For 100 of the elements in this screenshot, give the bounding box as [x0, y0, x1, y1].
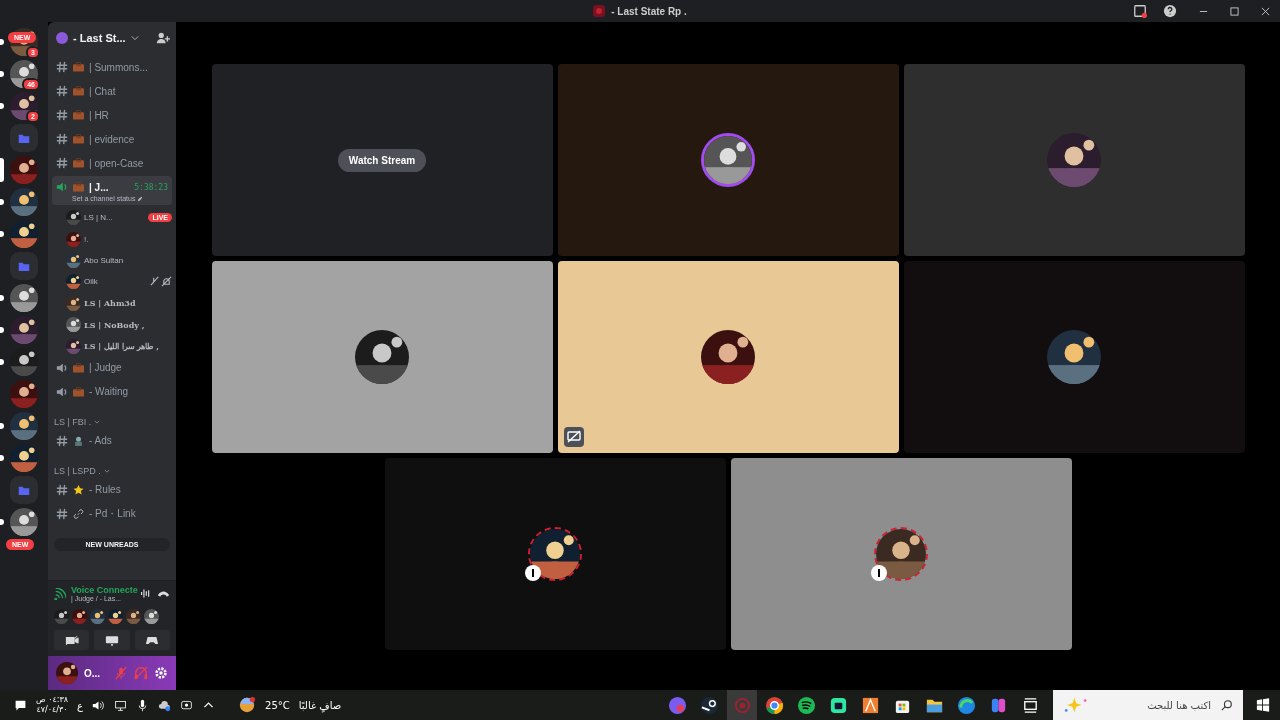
- search-icon: [1221, 699, 1233, 711]
- video-tile[interactable]: [384, 458, 726, 650]
- channel-item[interactable]: | Summons...: [52, 56, 172, 78]
- member-name: Abo Sultan: [84, 255, 124, 265]
- member-name: Oilk: [84, 277, 98, 287]
- camera-off-icon: [64, 634, 79, 646]
- boost-icon: [56, 32, 68, 44]
- channel-item[interactable]: | open-Case: [52, 152, 172, 174]
- speaker-icon: [56, 361, 68, 374]
- camera-icon[interactable]: [180, 698, 194, 712]
- hash-icon: [56, 434, 68, 447]
- member-name: !.: [84, 234, 89, 244]
- channel-item[interactable]: - Ads: [52, 429, 172, 452]
- channel-item[interactable]: | HR: [52, 104, 172, 126]
- video-tile[interactable]: [211, 261, 553, 453]
- pencil-icon: [137, 195, 144, 202]
- volume-icon[interactable]: [92, 698, 106, 712]
- server-header[interactable]: - Last St...: [48, 22, 176, 54]
- activity-button[interactable]: [134, 630, 170, 650]
- server-folder[interactable]: [10, 252, 38, 280]
- channel-item[interactable]: - Rules: [52, 478, 172, 501]
- voice-member[interactable]: Abo Sultan: [52, 249, 172, 272]
- hash-icon: [56, 133, 68, 145]
- maximize-icon[interactable]: [1230, 6, 1239, 16]
- watch-stream-button[interactable]: Watch Stream: [337, 148, 427, 172]
- voice-status: Voice Connecte: [71, 585, 138, 595]
- invite-icon[interactable]: [156, 31, 170, 45]
- clock-date: ٤٧/٠٤/٣٠: [36, 705, 68, 715]
- video-tile[interactable]: [730, 458, 1072, 650]
- screen-share-button[interactable]: [94, 630, 130, 650]
- briefcase-icon: [73, 86, 84, 96]
- folder-icon: [18, 260, 30, 272]
- member-name: LS | NoBody ,: [84, 319, 145, 330]
- language-indicator[interactable]: ع: [77, 699, 84, 711]
- voice-member[interactable]: !.: [52, 228, 172, 250]
- clock-time: ٠٤:٣٨ ص: [36, 695, 69, 705]
- user-name: O...: [84, 667, 102, 679]
- video-tile[interactable]: [903, 261, 1245, 453]
- close-icon[interactable]: [1261, 6, 1270, 16]
- member-name: LS | طاهر سرا الليل ,: [84, 341, 160, 352]
- category-header[interactable]: LS | FBI .: [54, 416, 92, 427]
- notification-icon[interactable]: [14, 698, 27, 712]
- category-header[interactable]: LS | LSPD .: [54, 465, 101, 476]
- weather-temperature: 25°C: [265, 699, 290, 711]
- voice-member[interactable]: LS | Ahm3d: [52, 292, 172, 314]
- noise-suppression-icon[interactable]: [139, 588, 152, 599]
- speaker-icon: [56, 385, 68, 398]
- inbox-icon[interactable]: [1133, 4, 1147, 18]
- disconnect-icon[interactable]: [157, 588, 170, 599]
- hash-icon: [56, 483, 68, 496]
- channel-name: | Summons...: [89, 61, 148, 73]
- task-view-icon[interactable]: [1021, 695, 1040, 715]
- app-icon[interactable]: [861, 695, 880, 715]
- voice-member[interactable]: LS | NoBody ,: [52, 313, 172, 336]
- channel-item[interactable]: | evidence: [52, 128, 172, 150]
- star-icon: [73, 484, 84, 495]
- channel-item[interactable]: - Pd・Link: [52, 502, 172, 525]
- help-icon[interactable]: [1163, 4, 1177, 18]
- window-title: - Last State Rp .: [611, 5, 687, 17]
- settings-icon[interactable]: [154, 666, 168, 680]
- folder-icon: [18, 484, 30, 496]
- steam-icon[interactable]: [700, 695, 719, 715]
- server-folder[interactable]: [10, 124, 38, 152]
- spotify-icon[interactable]: [797, 695, 816, 715]
- speaker-icon: [56, 181, 68, 193]
- briefcase-icon: [73, 62, 84, 72]
- channel-name: - Pd・Link: [89, 506, 136, 521]
- briefcase-icon: [73, 134, 84, 144]
- camera-button[interactable]: [54, 630, 90, 650]
- target-icon: [732, 695, 752, 715]
- voice-member[interactable]: Oilk: [52, 271, 172, 293]
- signal-icon: [54, 587, 66, 600]
- member-name: LS | N...: [84, 213, 113, 223]
- search-field[interactable]: اكتب هنا للبحث: [1053, 690, 1243, 720]
- call-timer: 5:38:23: [134, 182, 168, 192]
- video-tile[interactable]: Watch Stream: [211, 64, 553, 256]
- network-icon[interactable]: [114, 698, 128, 712]
- server-folder[interactable]: [10, 476, 38, 504]
- link-icon: [73, 508, 84, 519]
- briefcase-icon: [73, 386, 84, 397]
- windows-start-icon[interactable]: [1256, 698, 1270, 712]
- video-tile[interactable]: [903, 64, 1245, 256]
- chrome-icon[interactable]: [765, 695, 784, 715]
- edge-icon[interactable]: [957, 695, 976, 715]
- chat-app-icon[interactable]: [829, 695, 848, 715]
- channel-item[interactable]: | Judge: [52, 356, 172, 379]
- cloud-icon[interactable]: [158, 698, 172, 712]
- folder-icon: [18, 132, 30, 144]
- channel-name: - Rules: [89, 484, 121, 496]
- server-name: - Last St...: [73, 32, 126, 44]
- video-tile[interactable]: [557, 261, 899, 453]
- video-tile[interactable]: [557, 64, 899, 256]
- channel-name: | HR: [89, 109, 109, 121]
- weather-icon[interactable]: [238, 696, 257, 714]
- briefcase-icon: [73, 158, 84, 168]
- channel-item[interactable]: - Waiting: [52, 380, 172, 403]
- weather-condition: صافٍ غالبًا: [298, 699, 342, 711]
- channel-item[interactable]: | Chat: [52, 80, 172, 102]
- voice-member[interactable]: LS | طاهر سرا الليل ,: [52, 335, 172, 357]
- hash-icon: [56, 507, 68, 520]
